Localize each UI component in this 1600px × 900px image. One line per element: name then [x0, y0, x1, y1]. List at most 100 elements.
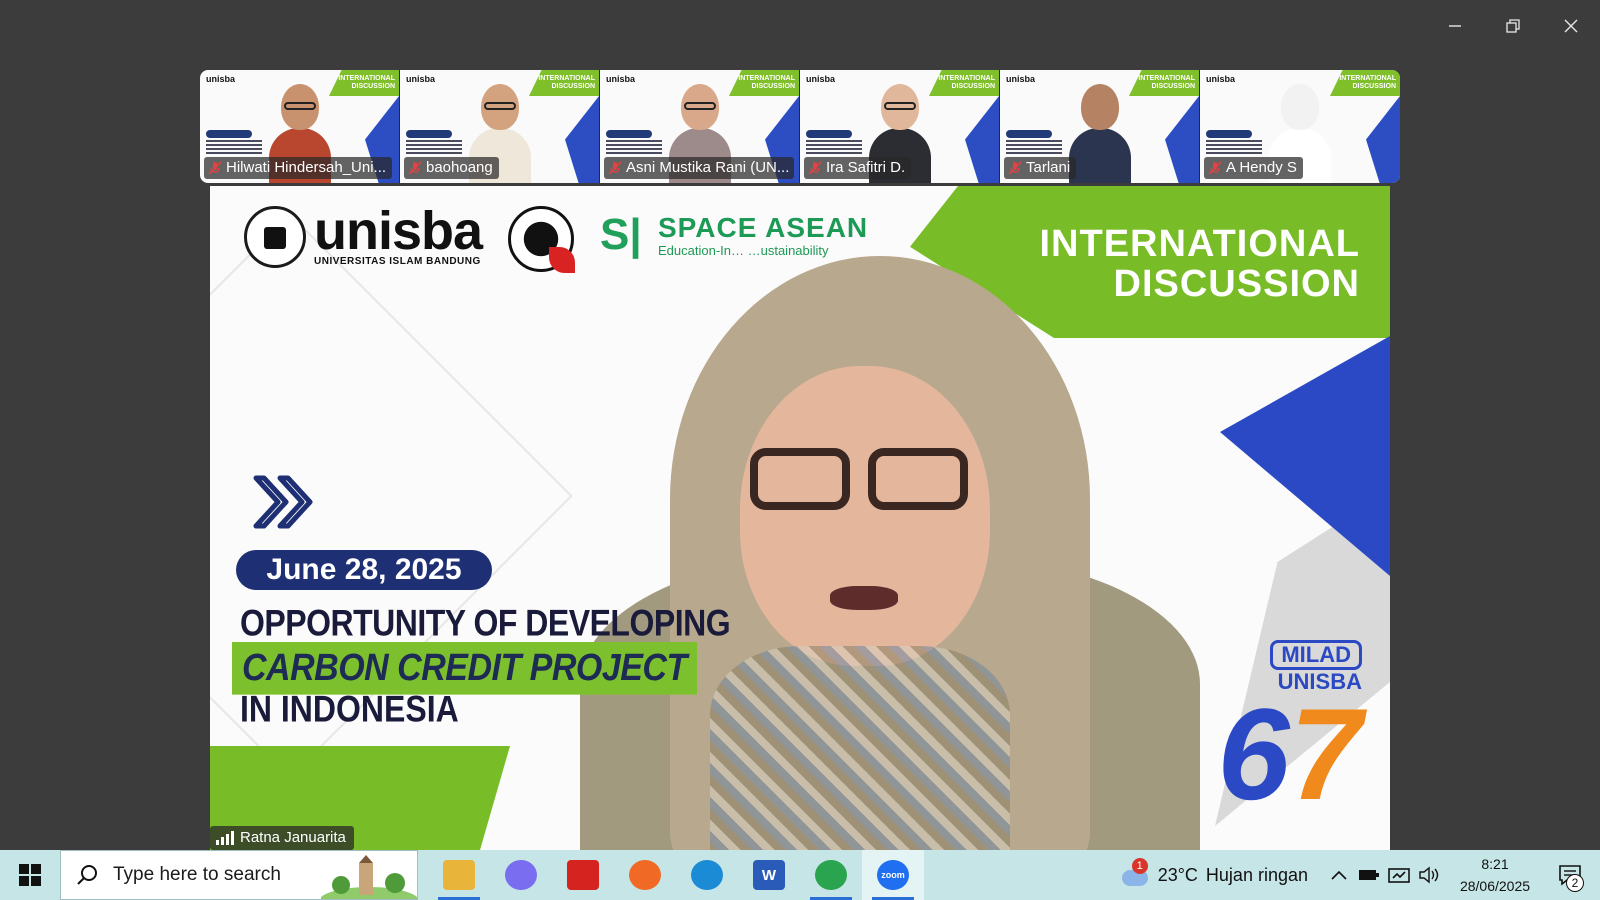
active-speaker-name-tag: Ratna Januarita: [210, 826, 354, 850]
tile-title-lines: [406, 140, 462, 154]
taskbar-app-file-explorer[interactable]: [428, 850, 490, 900]
milad-digit-6: 6: [1217, 681, 1290, 827]
mic-muted-icon: [808, 161, 822, 175]
taskbar-search[interactable]: [60, 850, 418, 900]
tile-intl-text: INTERNATIONAL DISCUSSION: [1138, 75, 1195, 90]
word-icon: W: [753, 860, 785, 890]
clock[interactable]: 8:21 28/06/2025: [1450, 853, 1540, 897]
tile-date-pill: [1006, 130, 1052, 138]
participant-tile[interactable]: INTERNATIONAL DISCUSSION unisba Hilwati …: [200, 70, 400, 183]
participant-name: Hilwati Hindersah_Uni...: [226, 159, 387, 176]
event-date: June 28, 2025: [236, 550, 492, 590]
participant-name: Asni Mustika Rani (UN...: [626, 159, 790, 176]
participant-tile[interactable]: INTERNATIONAL DISCUSSION unisba Asni Mus…: [600, 70, 800, 183]
notification-count: 2: [1566, 874, 1584, 892]
tile-title-lines: [806, 140, 862, 154]
participant-name-tag: A Hendy S: [1204, 157, 1303, 179]
participant-name-tag: Ira Safitri D.: [804, 157, 912, 179]
tile-blue-shape: [565, 96, 599, 183]
speaker-figure: [500, 226, 1280, 850]
unisba-seal-icon: [244, 206, 306, 268]
participant-name: Ira Safitri D.: [826, 159, 906, 176]
topic-line-3: IN INDONESIA: [240, 688, 459, 730]
network-button[interactable]: [1384, 850, 1414, 900]
tile-date-pill: [806, 130, 852, 138]
unisba-subtitle: UNIVERSITAS ISLAM BANDUNG: [314, 255, 481, 267]
close-icon: [1564, 19, 1578, 33]
restore-button[interactable]: [1484, 0, 1542, 52]
tile-blue-shape: [1366, 96, 1400, 183]
window-controls: [1426, 0, 1600, 52]
tile-title-lines: [1206, 140, 1262, 154]
intl-line-2: DISCUSSION: [1113, 263, 1360, 305]
topic-line-2: CARBON CREDIT PROJECT: [232, 642, 697, 695]
tile-title-lines: [1006, 140, 1062, 154]
milad-digit-7: 7: [1289, 681, 1362, 827]
tile-logo-text: unisba: [1206, 74, 1236, 84]
tile-intl-text: INTERNATIONAL DISCUSSION: [1339, 75, 1396, 90]
taskbar-apps: Wzoom: [428, 850, 924, 900]
battery-icon: [1359, 870, 1379, 880]
mic-muted-icon: [1008, 161, 1022, 175]
participant-strip: INTERNATIONAL DISCUSSION unisba Hilwati …: [200, 70, 1400, 183]
network-icon: [1388, 868, 1410, 883]
participant-tile[interactable]: INTERNATIONAL DISCUSSION unisba baohoang: [400, 70, 600, 183]
tile-logo-text: unisba: [806, 74, 836, 84]
tile-intl-text: INTERNATIONAL DISCUSSION: [538, 75, 595, 90]
participant-tile[interactable]: INTERNATIONAL DISCUSSION unisba A Hendy …: [1200, 70, 1400, 183]
international-discussion-title: INTERNATIONAL DISCUSSION: [1040, 224, 1361, 304]
taskbar-app-zoom[interactable]: zoom: [862, 850, 924, 900]
edge-icon: [691, 860, 723, 890]
milad-unisba-logo: MILAD UNISBA 67: [1217, 640, 1362, 819]
tile-logo-text: unisba: [1006, 74, 1036, 84]
milad-67: 67: [1217, 689, 1362, 819]
tile-date-pill: [206, 130, 252, 138]
mic-muted-icon: [208, 161, 222, 175]
tile-title-lines: [206, 140, 262, 154]
system-tray: 1 23°C Hujan ringan 8:21 28/06/2025 2: [1104, 850, 1600, 900]
restore-icon: [1506, 19, 1520, 33]
mic-muted-icon: [408, 161, 422, 175]
chevron-up-icon: [1331, 870, 1347, 880]
clock-time: 8:21: [1481, 856, 1509, 872]
taskbar: Wzoom 1 23°C Hujan ringan 8:21 28/06/202…: [0, 850, 1600, 900]
show-hidden-icons-button[interactable]: [1324, 850, 1354, 900]
unisba-logo: unisba UNIVERSITAS ISLAM BANDUNG: [244, 204, 483, 268]
weather-description: Hujan ringan: [1205, 864, 1308, 885]
battery-button[interactable]: [1354, 850, 1384, 900]
audio-level-icon: [216, 831, 234, 845]
mic-muted-icon: [608, 161, 622, 175]
taskbar-app-copilot[interactable]: [490, 850, 552, 900]
taskbar-app-firefox[interactable]: [614, 850, 676, 900]
taskbar-app-acrobat[interactable]: [552, 850, 614, 900]
speaker-volume-icon: [1419, 866, 1439, 884]
weather-badge: 1: [1131, 858, 1148, 874]
tile-date-pill: [606, 130, 652, 138]
taskbar-app-chrome[interactable]: [800, 850, 862, 900]
weather-icon: 1: [1120, 858, 1150, 888]
mic-muted-icon: [1208, 161, 1222, 175]
tile-logo-text: unisba: [606, 74, 636, 84]
tile-intl-text: INTERNATIONAL DISCUSSION: [938, 75, 995, 90]
participant-name: baohoang: [426, 159, 493, 176]
minimize-button[interactable]: [1426, 0, 1484, 52]
taskbar-app-word[interactable]: W: [738, 850, 800, 900]
weather-widget[interactable]: 1 23°C Hujan ringan: [1104, 858, 1324, 888]
start-button[interactable]: [0, 850, 60, 900]
volume-button[interactable]: [1414, 850, 1444, 900]
taskbar-app-edge[interactable]: [676, 850, 738, 900]
notification-center-button[interactable]: 2: [1540, 850, 1600, 900]
tile-date-pill: [1206, 130, 1252, 138]
participant-video: [1068, 78, 1131, 183]
tile-intl-text: INTERNATIONAL DISCUSSION: [738, 75, 795, 90]
active-speaker-video[interactable]: unisba UNIVERSITAS ISLAM BANDUNG S| SPAC…: [210, 186, 1390, 850]
participant-tile[interactable]: INTERNATIONAL DISCUSSION unisba Tarlani: [1000, 70, 1200, 183]
participant-name-tag: Tarlani: [1004, 157, 1077, 179]
participant-tile[interactable]: INTERNATIONAL DISCUSSION unisba Ira Safi…: [800, 70, 1000, 183]
search-input[interactable]: [113, 864, 313, 886]
search-icon: [77, 865, 97, 885]
participant-name: Tarlani: [1026, 159, 1071, 176]
participant-name-tag: baohoang: [404, 157, 499, 179]
close-button[interactable]: [1542, 0, 1600, 52]
search-highlight-art-icon: [321, 855, 417, 899]
